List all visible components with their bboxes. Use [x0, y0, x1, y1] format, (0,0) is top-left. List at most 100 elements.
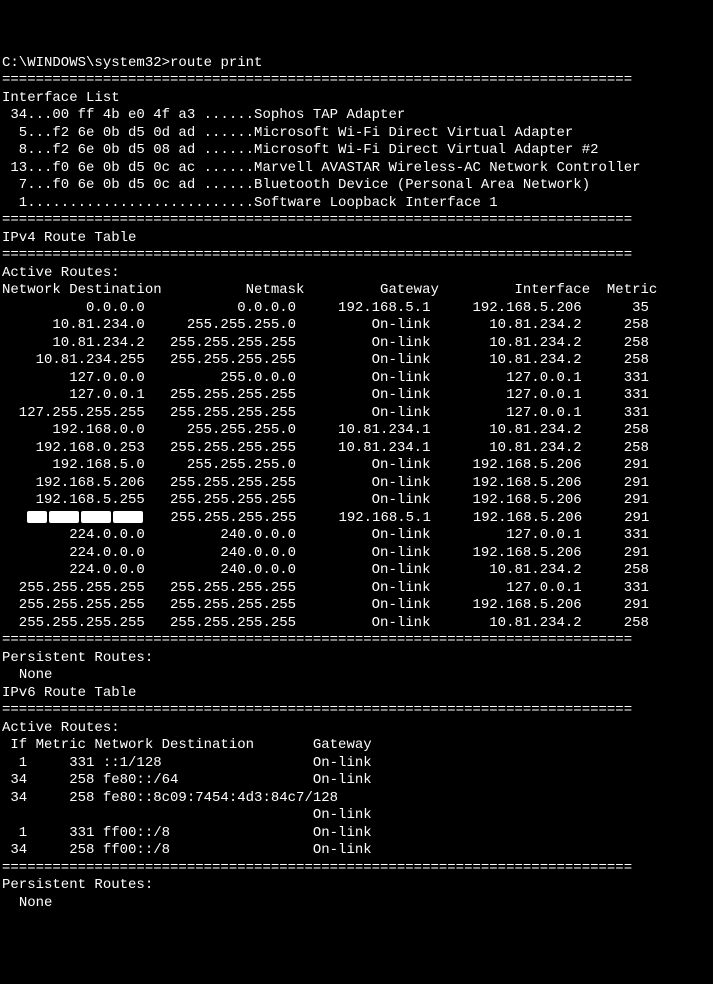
- ipv4-route-row: 10.81.234.2 255.255.255.255 On-link 10.8…: [2, 335, 713, 353]
- interface-entry: 13...f0 6e 0b d5 0c ac ......Marvell AVA…: [2, 160, 641, 176]
- divider: ========================================…: [2, 860, 632, 876]
- ipv4-route-row: 255.255.255.255 255.255.255.255 On-link …: [2, 580, 713, 598]
- ipv4-route: 192.168.0.0 255.255.255.0 10.81.234.1 10…: [2, 422, 649, 438]
- ipv4-route-row: 127.0.0.0 255.0.0.0 On-link 127.0.0.1 33…: [2, 370, 713, 388]
- interface-entry: 5...f2 6e 0b d5 0d ad ......Microsoft Wi…: [2, 125, 573, 141]
- section-title: IPv6 Route Table: [2, 685, 136, 701]
- interface-entry: 8...f2 6e 0b d5 08 ad ......Microsoft Wi…: [2, 142, 599, 158]
- redacted-segment: [113, 511, 143, 523]
- ipv4-route: 224.0.0.0 240.0.0.0 On-link 192.168.5.20…: [2, 545, 649, 561]
- interface-list-title: Interface List: [2, 90, 713, 108]
- ipv6-route-row: 34 258 fe80::/64 On-link: [2, 772, 713, 790]
- ipv4-route: 192.168.5.0 255.255.255.0 On-link 192.16…: [2, 457, 649, 473]
- ipv6-route-row: 1 331 ff00::/8 On-link: [2, 825, 713, 843]
- interface-row: 1...........................Software Loo…: [2, 195, 713, 213]
- interface-row: 8...f2 6e 0b d5 08 ad ......Microsoft Wi…: [2, 142, 713, 160]
- divider: ========================================…: [2, 702, 632, 718]
- section-title: Interface List: [2, 90, 120, 106]
- value: None: [19, 895, 53, 911]
- divider: ========================================…: [2, 702, 713, 720]
- ipv4-route: 255.255.255.255 255.255.255.255 On-link …: [2, 597, 649, 613]
- interface-entry: 7...f0 6e 0b d5 0c ad ......Bluetooth De…: [2, 177, 590, 193]
- ipv4-route-row: 192.168.5.0 255.255.255.0 On-link 192.16…: [2, 457, 713, 475]
- terminal-output: C:\WINDOWS\system32>route print=========…: [2, 55, 713, 913]
- ipv4-route-row: 192.168.0.0 255.255.255.0 10.81.234.1 10…: [2, 422, 713, 440]
- prompt: C:\WINDOWS\system32>: [2, 55, 170, 71]
- ipv4-route-row: 255.255.255.255 255.255.255.255 On-link …: [2, 597, 713, 615]
- ipv6-route-row: 34 258 fe80::8c09:7454:4d3:84c7/128: [2, 790, 713, 808]
- ipv4-route: 127.255.255.255 255.255.255.255 On-link …: [2, 405, 649, 421]
- ipv6-route-row: 1 331 ::1/128 On-link: [2, 755, 713, 773]
- ipv4-route: 127.0.0.0 255.0.0.0 On-link 127.0.0.1 33…: [2, 370, 649, 386]
- ipv6-route: 34 258 fe80::8c09:7454:4d3:84c7/128: [2, 790, 338, 806]
- persistent-value: None: [2, 667, 713, 685]
- ipv4-route: 192.168.5.206 255.255.255.255 On-link 19…: [2, 475, 649, 491]
- ipv4-route: 255.255.255.255 255.255.255.255 On-link …: [2, 580, 649, 596]
- interface-entry: 1...........................Software Loo…: [2, 195, 498, 211]
- label: Active Routes:: [2, 720, 120, 736]
- ipv6-route: 1 331 ff00::/8 On-link: [2, 825, 372, 841]
- ipv4-route: 192.168.5.255 255.255.255.255 On-link 19…: [2, 492, 649, 508]
- command-line: C:\WINDOWS\system32>route print: [2, 55, 713, 73]
- ipv4-route-row: 224.0.0.0 240.0.0.0 On-link 10.81.234.2 …: [2, 562, 713, 580]
- label: Persistent Routes:: [2, 650, 153, 666]
- interface-row: 5...f2 6e 0b d5 0d ad ......Microsoft Wi…: [2, 125, 713, 143]
- ipv4-route: 224.0.0.0 240.0.0.0 On-link 10.81.234.2 …: [2, 562, 649, 578]
- ipv4-route-row: 10.81.234.255 255.255.255.255 On-link 10…: [2, 352, 713, 370]
- ipv6-header: If Metric Network Destination Gateway: [2, 737, 372, 753]
- ipv4-route: 224.0.0.0 240.0.0.0 On-link 127.0.0.1 33…: [2, 527, 649, 543]
- value: None: [19, 667, 53, 683]
- divider: ========================================…: [2, 72, 632, 88]
- ipv6-title: IPv6 Route Table: [2, 685, 713, 703]
- ipv6-route: On-link: [2, 807, 372, 823]
- active-routes-label: Active Routes:: [2, 720, 713, 738]
- persistent-label: Persistent Routes:: [2, 650, 713, 668]
- label: Active Routes:: [2, 265, 120, 281]
- redacted-segment: [27, 511, 47, 523]
- ipv4-route: 127.0.0.1 255.255.255.255 On-link 127.0.…: [2, 387, 649, 403]
- ipv4-route-row: 192.168.5.206 255.255.255.255 On-link 19…: [2, 475, 713, 493]
- ipv4-route-row: 127.255.255.255 255.255.255.255 On-link …: [2, 405, 713, 423]
- divider: ========================================…: [2, 72, 713, 90]
- ipv4-route-row: 127.0.0.1 255.255.255.255 On-link 127.0.…: [2, 387, 713, 405]
- interface-row: 34...00 ff 4b e0 4f a3 ......Sophos TAP …: [2, 107, 713, 125]
- ipv4-route-row: 224.0.0.0 240.0.0.0 On-link 192.168.5.20…: [2, 545, 713, 563]
- ipv4-route-row: 224.0.0.0 240.0.0.0 On-link 127.0.0.1 33…: [2, 527, 713, 545]
- ipv6-route: 34 258 ff00::/8 On-link: [2, 842, 372, 858]
- ipv4-header-row: Network Destination Netmask Gateway Inte…: [2, 282, 713, 300]
- ipv4-route: 10.81.234.255 255.255.255.255 On-link 10…: [2, 352, 649, 368]
- ipv6-route: 34 258 fe80::/64 On-link: [2, 772, 372, 788]
- ipv4-route: 0.0.0.0 0.0.0.0 192.168.5.1 192.168.5.20…: [2, 300, 649, 316]
- ipv4-header: Network Destination Netmask Gateway Inte…: [2, 282, 657, 298]
- divider: ========================================…: [2, 860, 713, 878]
- ipv6-header-row: If Metric Network Destination Gateway: [2, 737, 713, 755]
- ipv6-route-row: On-link: [2, 807, 713, 825]
- ipv4-route-row: 0.0.0.0 0.0.0.0 192.168.5.1 192.168.5.20…: [2, 300, 713, 318]
- persistent-label: Persistent Routes:: [2, 877, 713, 895]
- divider: ========================================…: [2, 247, 713, 265]
- divider: ========================================…: [2, 632, 713, 650]
- ipv4-title: IPv4 Route Table: [2, 230, 713, 248]
- divider: ========================================…: [2, 212, 713, 230]
- redacted-segment: [81, 511, 111, 523]
- ipv4-route-row: 10.81.234.0 255.255.255.0 On-link 10.81.…: [2, 317, 713, 335]
- ipv4-route: 10.81.234.2 255.255.255.255 On-link 10.8…: [2, 335, 649, 351]
- divider: ========================================…: [2, 632, 632, 648]
- divider: ========================================…: [2, 212, 632, 228]
- label: Persistent Routes:: [2, 877, 153, 893]
- ipv4-route: 255.255.255.255 255.255.255.255 On-link …: [2, 615, 649, 631]
- persistent-value: None: [2, 895, 713, 913]
- interface-row: 7...f0 6e 0b d5 0c ad ......Bluetooth De…: [2, 177, 713, 195]
- ipv4-route-row: 255.255.255.255 192.168.5.1 192.168.5.20…: [2, 510, 713, 528]
- ipv4-route: 192.168.0.253 255.255.255.255 10.81.234.…: [2, 440, 649, 456]
- redacted-segment: [49, 511, 79, 523]
- ipv6-route: 1 331 ::1/128 On-link: [2, 755, 372, 771]
- ipv4-route: 10.81.234.0 255.255.255.0 On-link 10.81.…: [2, 317, 649, 333]
- interface-row: 13...f0 6e 0b d5 0c ac ......Marvell AVA…: [2, 160, 713, 178]
- ipv4-route-row: 192.168.5.255 255.255.255.255 On-link 19…: [2, 492, 713, 510]
- interface-entry: 34...00 ff 4b e0 4f a3 ......Sophos TAP …: [2, 107, 405, 123]
- ipv4-route-row: 192.168.0.253 255.255.255.255 10.81.234.…: [2, 440, 713, 458]
- ipv6-route-row: 34 258 ff00::/8 On-link: [2, 842, 713, 860]
- command: route print: [170, 55, 262, 71]
- divider: ========================================…: [2, 247, 632, 263]
